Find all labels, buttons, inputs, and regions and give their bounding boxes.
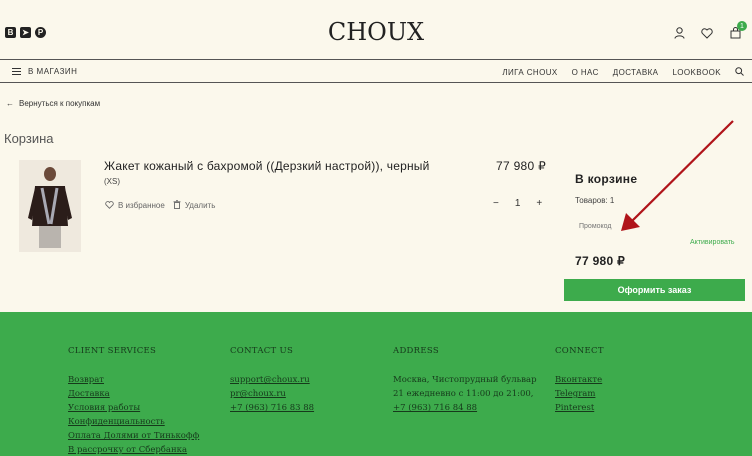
header: В ➤ P CHOUX 1 — [0, 0, 752, 60]
footer-link-returns[interactable]: Возврат — [68, 373, 199, 387]
footer-address-hours: 21 ежедневно с 11:00 до 21:00, — [393, 389, 534, 399]
product-name[interactable]: Жакет кожаный с бахромой ((Дерзкий настр… — [104, 159, 430, 173]
add-to-favorites-button[interactable]: В избранное — [105, 200, 165, 211]
delete-label[interactable]: Удалить — [185, 201, 216, 210]
qty-value: 1 — [514, 198, 521, 209]
search-icon[interactable] — [735, 67, 744, 78]
footer-address-line: Москва, Чистопрудный бульвар — [393, 375, 537, 385]
footer-link-delivery[interactable]: Доставка — [68, 387, 199, 401]
footer-address-phone[interactable]: +7 (963) 716 84 88 — [393, 401, 537, 415]
nav-link-delivery[interactable]: ДОСТАВКА — [613, 68, 659, 77]
footer-heading-client-services: CLIENT SERVICES — [68, 346, 157, 356]
back-to-shopping-link[interactable]: ← Вернуться к покупкам — [6, 99, 100, 108]
footer-link-terms[interactable]: Условия работы — [68, 401, 199, 415]
footer-address: ADDRESS Москва, Чистопрудный бульвар 21 … — [393, 346, 537, 415]
heart-icon — [105, 200, 114, 211]
shop-menu[interactable]: В МАГАЗИН — [12, 67, 77, 76]
product-actions: В избранное Удалить — [105, 200, 215, 211]
footer-client-services: CLIENT SERVICES Возврат Доставка Условия… — [68, 346, 199, 456]
footer-heading-contact: CONTACT US — [230, 346, 294, 356]
shop-menu-label[interactable]: В МАГАЗИН — [28, 67, 77, 76]
page-title: Корзина — [4, 131, 54, 146]
nav-link-lookbook[interactable]: LOOKBOOK — [672, 68, 721, 77]
main-nav: В МАГАЗИН ЛИГА CHOUX О НАС ДОСТАВКА LOOK… — [0, 61, 752, 83]
cart-total: 77 980 ₽ — [575, 254, 626, 268]
footer-heading-address: ADDRESS — [393, 346, 439, 356]
footer-pr-email[interactable]: pr@choux.ru — [230, 387, 314, 401]
items-count: Товаров: 1 — [575, 196, 615, 205]
footer-support-email[interactable]: support@choux.ru — [230, 373, 314, 387]
cart-count-badge: 1 — [737, 21, 747, 31]
product-price: 77 980 ₽ — [496, 159, 547, 173]
menu-icon[interactable] — [12, 68, 21, 75]
header-icons: 1 — [672, 21, 747, 40]
nav-link-about[interactable]: О НАС — [572, 68, 599, 77]
footer-link-tinkoff[interactable]: Оплата Долями от Тинькофф — [68, 429, 199, 443]
decrease-qty-button[interactable]: − — [493, 198, 499, 209]
delete-button[interactable]: Удалить — [173, 200, 216, 211]
footer-link-pinterest[interactable]: Pinterest — [555, 401, 604, 415]
logo[interactable]: CHOUX — [0, 18, 752, 46]
cart-icon[interactable]: 1 — [728, 21, 747, 40]
footer-contact-phone[interactable]: +7 (963) 716 83 88 — [230, 401, 314, 415]
footer: CLIENT SERVICES Возврат Доставка Условия… — [0, 312, 752, 456]
favorites-label[interactable]: В избранное — [118, 201, 165, 210]
promo-code-input[interactable] — [565, 213, 681, 233]
trash-icon — [173, 200, 181, 211]
footer-heading-connect: CONNECT — [555, 346, 604, 356]
nav-link-league[interactable]: ЛИГА CHOUX — [502, 68, 557, 77]
user-icon[interactable] — [672, 26, 686, 40]
activate-promo-button[interactable]: Активировать — [690, 239, 735, 246]
quantity-stepper: − 1 + — [493, 198, 542, 209]
footer-link-telegram[interactable]: Telegram — [555, 387, 604, 401]
nav-links: ЛИГА CHOUX О НАС ДОСТАВКА LOOKBOOK — [502, 67, 744, 78]
footer-link-privacy[interactable]: Конфиденциальность — [68, 415, 199, 429]
cart-summary-title: В корзине — [575, 172, 638, 186]
heart-icon[interactable] — [700, 26, 714, 40]
back-link-label[interactable]: Вернуться к покупкам — [19, 99, 100, 108]
product-image[interactable] — [19, 160, 81, 252]
arrow-left-icon: ← — [6, 99, 14, 108]
footer-contact: CONTACT US support@choux.ru pr@choux.ru … — [230, 346, 314, 415]
footer-link-sberbank[interactable]: В рассрочку от Сбербанка — [68, 443, 199, 456]
increase-qty-button[interactable]: + — [536, 198, 542, 209]
footer-connect: CONNECT Вконтакте Telegram Pinterest — [555, 346, 604, 415]
product-size: (XS) — [104, 177, 120, 186]
checkout-button[interactable]: Оформить заказ — [564, 279, 745, 301]
footer-link-vk[interactable]: Вконтакте — [555, 373, 604, 387]
